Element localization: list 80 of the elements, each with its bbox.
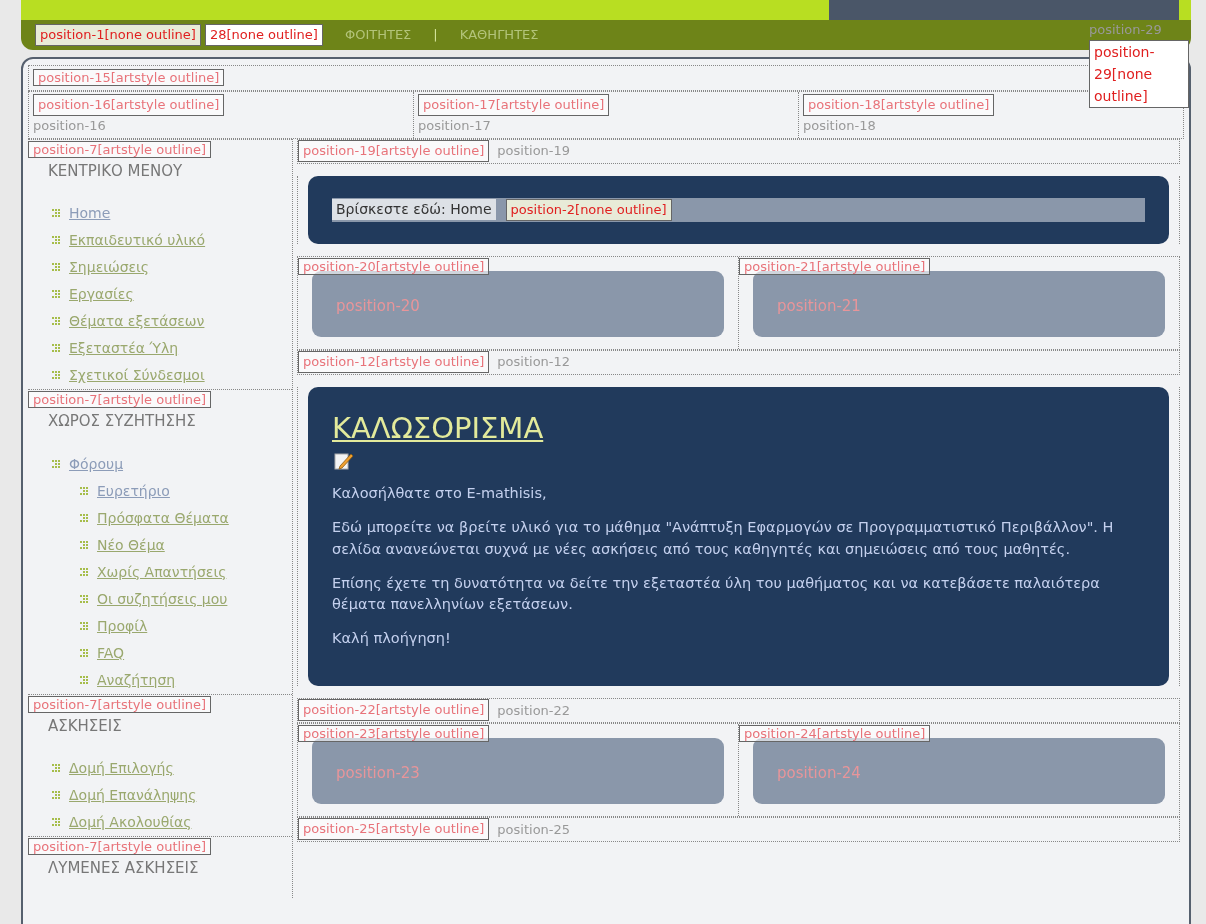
position-label: position-2[none outline] <box>505 198 672 221</box>
position-text: position-12 <box>497 353 571 372</box>
edit-icon[interactable] <box>334 451 354 472</box>
position-label: position-16[artstyle outline] <box>33 94 225 116</box>
position-text: position-21 <box>777 296 861 315</box>
menu-link[interactable]: Εργασίες <box>69 284 134 305</box>
position-label: position-19[artstyle outline] <box>298 140 490 162</box>
position-label: position-12[artstyle outline] <box>298 351 490 373</box>
bullet-icon <box>52 818 61 827</box>
article-paragraph: Επίσης έχετε τη δυνατότητα να δείτε την εξεταστέα ύλη του μαθήματος και να κατεβάσετε παλαιότερα θέματα πανελληνίων εξετάσεων. <box>332 573 1101 615</box>
menu-link[interactable]: Χωρίς Απαντήσεις <box>97 561 227 583</box>
position-text: position-18 <box>803 117 876 135</box>
bullet-icon <box>52 209 61 218</box>
bullet-icon <box>52 344 61 353</box>
menu-link[interactable]: Νέο Θέμα <box>97 534 165 556</box>
bullet-icon <box>80 513 89 523</box>
bullet-icon <box>52 290 61 299</box>
menu-link[interactable]: Δομή Επιλογής <box>69 758 174 779</box>
position-text: position-29 <box>1089 21 1163 39</box>
article-title[interactable]: ΚΑΛΩΣΟΡΙΣΜΑ <box>332 410 1145 446</box>
bullet-icon <box>52 263 61 272</box>
menu-link[interactable]: Θέματα εξετάσεων <box>69 311 205 332</box>
menu-link[interactable]: Δομή Επανάληψης <box>69 785 197 806</box>
menu-link[interactable]: FAQ <box>97 642 125 664</box>
bullet-icon <box>80 621 89 631</box>
position-label: position-29[none outline] <box>1089 39 1189 108</box>
position-label: position-7[artstyle outline] <box>28 391 212 408</box>
bullet-icon <box>80 540 89 550</box>
menu-link[interactable]: Δομή Ακολουθίας <box>69 812 192 833</box>
module-title: ΛΥΜΕΝΕΣ ΑΣΚΗΣΕΙΣ <box>47 858 200 879</box>
nav-link[interactable]: ΦΟΙΤΗΤΕΣ <box>344 25 412 45</box>
bullet-icon <box>52 791 61 800</box>
menu-link[interactable]: Οι συζητήσεις μου <box>97 588 228 610</box>
breadcrumb-text: Βρίσκεστε εδώ: Home <box>332 199 496 220</box>
position-text: position-23 <box>336 763 420 782</box>
position-label: 28[none outline] <box>204 24 323 46</box>
module-title: ΧΩΡΟΣ ΣΥΖΗΤΗΣΗΣ <box>47 411 197 432</box>
module-title: ΑΣΚΗΣΕΙΣ <box>47 715 123 737</box>
position-label: position-17[artstyle outline] <box>418 94 610 116</box>
menu-link[interactable]: Προφίλ <box>97 615 148 637</box>
menu-link[interactable]: Σημειώσεις <box>69 257 150 278</box>
menu-link[interactable]: Φόρουμ <box>69 453 124 475</box>
menu-link[interactable]: Ευρετήριο <box>97 480 170 502</box>
nav-separator: | <box>433 26 438 45</box>
bullet-icon <box>80 648 89 658</box>
bullet-icon <box>80 594 89 604</box>
position-label: position-25[artstyle outline] <box>298 818 490 841</box>
menu-link[interactable]: Εκπαιδευτικό υλικό <box>69 230 206 251</box>
position-label: position-7[artstyle outline] <box>28 140 212 158</box>
module-title: ΚΕΝΤΡΙΚΟ ΜΕΝΟΥ <box>47 160 184 182</box>
bullet-icon <box>52 459 61 469</box>
bullet-icon <box>52 764 61 773</box>
menu-link[interactable]: Εξεταστέα Ύλη <box>69 338 179 359</box>
article-paragraph: Καλή πλοήγηση! <box>332 629 452 649</box>
position-label: position-18[artstyle outline] <box>803 94 995 116</box>
position-text: position-19 <box>497 142 571 161</box>
position-label: position-7[artstyle outline] <box>28 695 212 713</box>
position-label: position-1[none outline] <box>35 24 201 46</box>
menu-link[interactable]: Home <box>69 203 111 224</box>
nav-link[interactable]: ΚΑΘΗΓΗΤΕΣ <box>459 25 539 45</box>
position-text: position-17 <box>418 117 491 135</box>
menu-link[interactable]: Πρόσφατα Θέματα <box>97 507 229 529</box>
article-paragraph: Εδώ μπορείτε να βρείτε υλικό για το μάθημα "Ανάπτυξη Εφαρμογών σε Προγραμματιστικό Περιβάλλον". Η σελίδα ανανεώνεται συχνά με νέες ασκήσεις από τους καθηγητές και σημειώσεις από τους μαθητές. <box>332 518 1115 559</box>
position-text: position-24 <box>777 763 861 782</box>
bullet-icon <box>80 486 89 496</box>
bullet-icon <box>80 675 89 685</box>
position-text: position-16 <box>33 117 106 135</box>
menu-link[interactable]: Σχετικοί Σύνδεσμοι <box>69 365 205 386</box>
bullet-icon <box>80 567 89 577</box>
position-text: position-22 <box>497 701 571 720</box>
position-label: position-22[artstyle outline] <box>298 699 490 722</box>
position-text: position-20 <box>336 296 420 315</box>
article-paragraph: Καλοσήλθατε στο E-mathisis, <box>332 484 548 504</box>
bullet-icon <box>52 371 61 380</box>
bullet-icon <box>52 317 61 326</box>
menu-link[interactable]: Αναζήτηση <box>97 669 176 691</box>
position-label: position-7[artstyle outline] <box>28 838 212 855</box>
bullet-icon <box>52 236 61 245</box>
position-label: position-15[artstyle outline] <box>33 69 225 86</box>
position-text: position-25 <box>497 820 571 839</box>
